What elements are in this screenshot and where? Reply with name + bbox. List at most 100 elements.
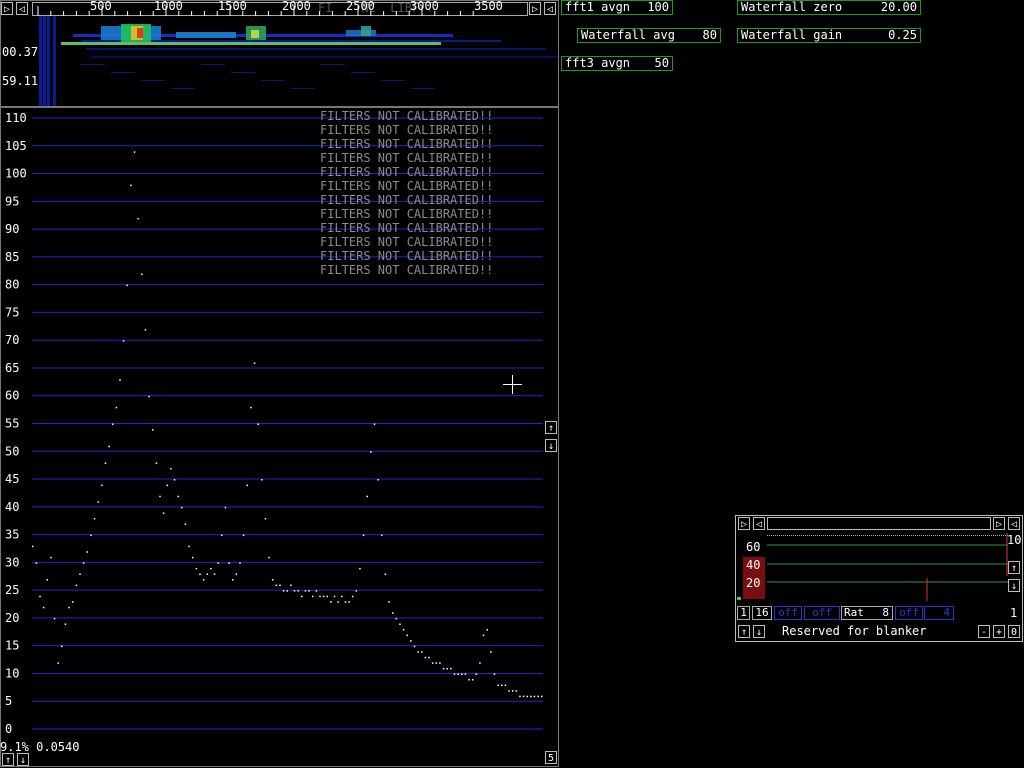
spectrum-point — [530, 695, 532, 698]
blanker-plus-button[interactable]: + — [993, 625, 1005, 638]
filters-warning-text: FILTERS NOT CALIBRATED!! — [320, 123, 493, 137]
waterfall-avg-param[interactable]: Waterfall avg 80 — [577, 28, 721, 43]
spectrum-point — [464, 673, 467, 675]
blanker-box-16[interactable]: 16 — [752, 606, 772, 620]
blanker-page-down-button[interactable]: ↓ — [753, 625, 765, 638]
arrow-up-icon: ↑ — [547, 423, 555, 434]
spectrum-point — [42, 606, 45, 609]
blanker-off-3[interactable]: off — [895, 606, 923, 620]
spectrum-point — [268, 556, 270, 559]
chevron-right-icon: ▷ — [995, 519, 1003, 530]
spectrum-point — [199, 573, 201, 575]
spectrum-point — [475, 673, 478, 675]
frequency-tick-label: 1500 — [218, 0, 247, 13]
y-axis-label: 95 — [5, 194, 19, 208]
waterfall-display[interactable] — [1, 16, 558, 106]
spectrum-point — [322, 595, 325, 598]
scroll-right-button-2[interactable]: ▷ — [529, 2, 541, 15]
spectrum-point — [482, 634, 485, 637]
spectrum-point — [319, 595, 321, 598]
blanker-page-up-button[interactable]: ↑ — [738, 625, 750, 638]
y-axis-label: 15 — [5, 639, 19, 653]
fft1-avgn-label: fft1 avgn — [565, 0, 631, 14]
blanker-rat-value: 8 — [882, 606, 889, 619]
blanker-right-button-2[interactable]: ▷ — [993, 517, 1005, 530]
scroll-left-button-2[interactable]: ◁ — [544, 2, 556, 15]
fft1-avgn-value: 100 — [647, 0, 669, 14]
blanker-minus-button[interactable]: - — [978, 625, 990, 638]
filters-warning-text: FILTERS NOT CALIBRATED!! — [320, 193, 493, 207]
fft1-avgn-param[interactable]: fft1 avgn 100 — [561, 0, 673, 15]
chevron-right-icon: ▷ — [531, 4, 539, 15]
frequency-tick-label: 500 — [90, 0, 112, 13]
waterfall-zero-value: 20.00 — [880, 0, 917, 14]
spectrum-point — [202, 579, 205, 581]
frequency-tick-label: 3500 — [474, 0, 503, 13]
waterfall-zero-param[interactable]: Waterfall zero 20.00 — [737, 0, 921, 15]
blanker-level-graph[interactable] — [736, 531, 1022, 603]
blanker-box-1[interactable]: 1 — [737, 606, 750, 620]
scroll-up-button[interactable]: ↑ — [2, 753, 14, 766]
spectrum-point — [497, 684, 499, 687]
spectrum-point — [399, 623, 401, 625]
filters-warning-text: FILTERS NOT CALIBRATED!! — [320, 221, 493, 235]
scroll-down-button[interactable]: ↓ — [17, 753, 29, 766]
scroll-left-button[interactable]: ▷ — [1, 2, 13, 15]
waterfall-gain-param[interactable]: Waterfall gain 0.25 — [737, 28, 921, 43]
spectrum-point — [410, 640, 412, 642]
chevron-left-icon: ◁ — [546, 4, 554, 15]
blanker-off-1[interactable]: off — [774, 606, 802, 620]
spectrum-point — [90, 534, 92, 537]
spectrum-point — [362, 534, 365, 537]
y-axis-label: 30 — [5, 555, 19, 569]
spectrum-point — [206, 573, 209, 575]
spectrum-point — [355, 590, 358, 592]
spectrum-point — [235, 573, 238, 575]
blanker-off-2[interactable]: off — [804, 606, 840, 620]
spectrum-point — [431, 662, 434, 664]
spectrum-point — [446, 667, 448, 670]
blanker-slider-track[interactable] — [767, 517, 991, 530]
y-axis-label: 60 — [5, 389, 19, 403]
blanker-left-button[interactable]: ◁ — [753, 517, 765, 530]
spectrum-point — [290, 584, 292, 587]
spectrum-point — [53, 617, 56, 620]
y-axis-label: 75 — [5, 305, 19, 319]
chevron-left-icon: ◁ — [18, 4, 26, 15]
spectrum-point — [188, 545, 190, 548]
blanker-value-4[interactable]: 4 — [924, 606, 954, 620]
corner-number-button[interactable]: 5 — [545, 751, 557, 764]
spectrum-point — [293, 590, 296, 592]
blanker-right-number: 1 — [1010, 606, 1018, 620]
spectrum-point — [210, 567, 212, 570]
arrow-down-icon: ↓ — [19, 755, 27, 766]
spectrum-point — [264, 517, 267, 520]
spectrum-point — [490, 651, 492, 653]
spectrum-point — [64, 623, 67, 625]
blanker-up-button[interactable]: ↑ — [1008, 561, 1020, 574]
filters-warning-text: FILTERS NOT CALIBRATED!! — [320, 207, 493, 221]
spectrum-point — [181, 506, 183, 509]
scroll-right-button[interactable]: ◁ — [16, 2, 28, 15]
fft3-avgn-param[interactable]: fft3 avgn 50 — [561, 56, 673, 71]
blanker-left-button-2[interactable]: ◁ — [1008, 517, 1020, 530]
chevron-left-icon: ◁ — [755, 519, 763, 530]
spectrum-point — [301, 595, 303, 598]
spectrum-point — [424, 656, 427, 659]
waterfall-time-label-2: 59.11 — [2, 74, 39, 88]
spectrum-plot[interactable]: 1101051009590858075706560555045403530252… — [0, 108, 558, 766]
spectrum-point — [391, 612, 394, 614]
zoom-up-button[interactable]: ↑ — [545, 421, 557, 434]
y-axis-label: 10 — [5, 666, 19, 680]
filters-warning-text: FILTERS NOT CALIBRATED!! — [320, 137, 493, 151]
spectrum-point — [337, 601, 339, 603]
spectrum-point — [228, 562, 230, 564]
blanker-right-button[interactable]: ▷ — [738, 517, 750, 530]
blanker-zero-button[interactable]: 0 — [1008, 625, 1020, 638]
blanker-rat-param[interactable]: Rat 8 — [841, 606, 893, 620]
spectrum-point — [279, 584, 281, 587]
waterfall-gain-label: Waterfall gain — [741, 28, 843, 42]
zoom-down-button[interactable]: ↓ — [545, 439, 557, 452]
spectrum-point — [61, 645, 63, 648]
blanker-down-button[interactable]: ↓ — [1008, 579, 1020, 592]
